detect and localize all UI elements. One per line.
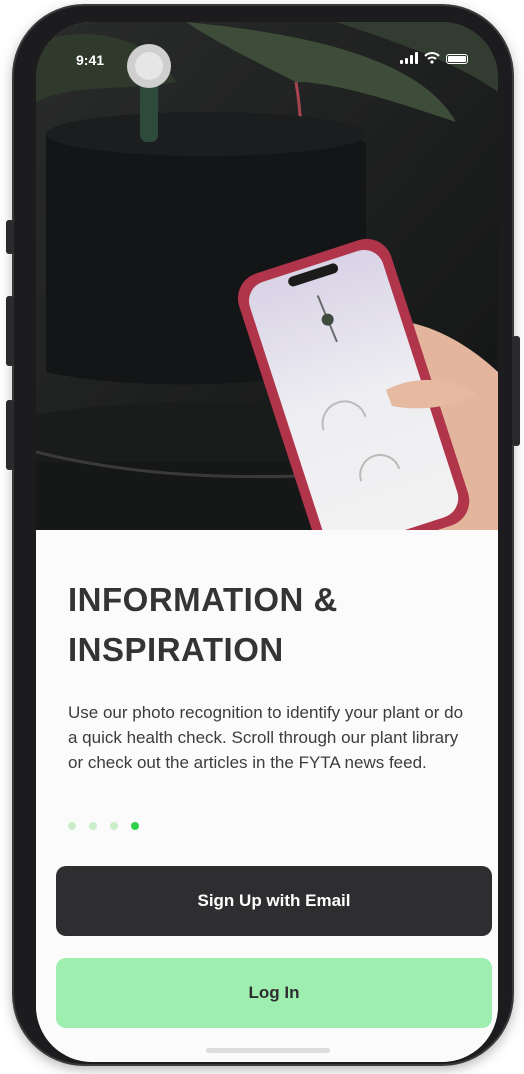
- silent-switch: [6, 220, 14, 254]
- hero-illustration: [36, 22, 498, 530]
- status-icons: [400, 52, 468, 64]
- phone-frame: 9:41 INFORMATION & INSPIRATION Use our p…: [6, 6, 520, 1064]
- page-dot-active[interactable]: [131, 822, 139, 830]
- onboarding-title: INFORMATION & INSPIRATION: [68, 581, 338, 668]
- onboarding-panel: INFORMATION & INSPIRATION Use our photo …: [36, 530, 498, 1062]
- page-dot[interactable]: [89, 822, 97, 830]
- app-screen: 9:41 INFORMATION & INSPIRATION Use our p…: [36, 22, 498, 1062]
- status-bar: 9:41: [36, 22, 498, 72]
- page-dot[interactable]: [110, 822, 118, 830]
- log-in-button[interactable]: Log In: [56, 958, 492, 1028]
- onboarding-description: Use our photo recognition to identify yo…: [68, 703, 464, 772]
- sign-up-email-button[interactable]: Sign Up with Email: [56, 866, 492, 936]
- page-indicator: [68, 822, 139, 830]
- power-button: [512, 336, 520, 446]
- home-indicator: [206, 1048, 330, 1053]
- battery-icon: [446, 54, 468, 64]
- wifi-icon: [424, 52, 440, 64]
- hero-image: [36, 22, 498, 530]
- signal-icon: [400, 52, 418, 64]
- page-dot[interactable]: [68, 822, 76, 830]
- volume-up-button: [6, 296, 14, 366]
- volume-down-button: [6, 400, 14, 470]
- status-time: 9:41: [76, 52, 105, 68]
